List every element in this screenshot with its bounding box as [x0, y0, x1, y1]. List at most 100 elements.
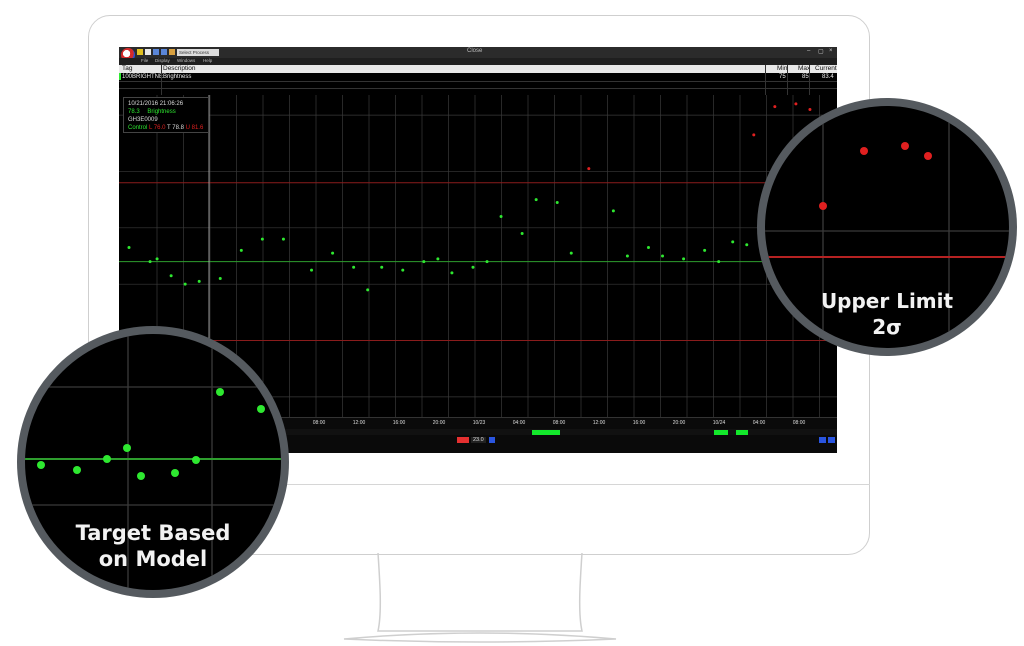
data-point [260, 237, 264, 241]
data-point [436, 257, 440, 261]
time-tick-label: 08:00 [312, 420, 326, 426]
row-min: 75 [779, 74, 786, 80]
col-divider [765, 65, 766, 95]
row-divider [119, 81, 837, 82]
row-tag: 100BRIGHTNE [122, 74, 164, 80]
data-point [703, 248, 707, 252]
data-point [611, 209, 615, 213]
info-limit-low: L 76.0 [149, 125, 166, 131]
col-current[interactable]: Current [815, 65, 837, 73]
data-point [281, 237, 285, 241]
row-max: 85 [802, 74, 809, 80]
zoom-data-point [257, 405, 265, 413]
data-point [169, 274, 173, 278]
menu-help[interactable]: Help [203, 58, 212, 63]
col-divider [787, 65, 788, 95]
time-tick-label: 08:00 [552, 420, 566, 426]
data-point [331, 251, 335, 255]
data-point [682, 257, 686, 261]
info-limit-high: U 81.6 [185, 125, 204, 131]
time-tick-label: 12:00 [352, 420, 366, 426]
data-point [752, 133, 756, 137]
zoom-dropdown-icon[interactable] [489, 437, 495, 443]
time-tick-label: 08:00 [792, 420, 806, 426]
menu-display[interactable]: Display [155, 58, 170, 63]
target-callout: Target Based on Model [17, 326, 289, 598]
time-tick-label: 10/23 [472, 420, 486, 426]
data-point [239, 248, 243, 252]
settings-icon[interactable] [169, 49, 175, 55]
time-tick-label: 20:00 [672, 420, 686, 426]
row-current: 83.4 [822, 74, 834, 80]
row-description: Brightness [163, 74, 192, 80]
data-point [745, 243, 749, 247]
maximize-button[interactable]: ▢ [818, 48, 824, 55]
time-tick-label: 20:00 [432, 420, 446, 426]
zoom-data-point [137, 472, 145, 480]
zoom-data-point [123, 444, 131, 452]
data-point [625, 254, 629, 258]
data-point [485, 260, 489, 264]
data-point [380, 265, 384, 269]
info-series: Brightness [147, 109, 176, 115]
nav-right-icon[interactable] [828, 437, 835, 443]
col-description[interactable]: Description [163, 65, 196, 73]
monitor-stand [343, 553, 617, 643]
info-datetime: 10/21/2016 21:06:26 [128, 101, 184, 107]
time-tick-label: 16:00 [392, 420, 406, 426]
data-point [183, 282, 187, 286]
data-point [569, 251, 573, 255]
col-min[interactable]: Min [777, 65, 787, 73]
info-box: 10/21/2016 21:06:26 78.3 Brightness GH3E… [123, 97, 209, 133]
print-icon[interactable] [161, 49, 167, 55]
time-tick-label: 04:00 [752, 420, 766, 426]
zoom-data-point [819, 202, 827, 210]
data-point [218, 277, 222, 281]
data-point [310, 268, 314, 272]
data-point [422, 260, 426, 264]
upper-limit-label: Upper Limit [820, 289, 954, 313]
info-target: T 78.8 [167, 125, 184, 131]
data-point [127, 246, 131, 250]
data-point [646, 246, 650, 250]
data-point [401, 268, 405, 272]
data-point [661, 254, 665, 258]
time-tick-label: 04:00 [512, 420, 526, 426]
zoom-icon[interactable] [457, 437, 469, 443]
data-point [471, 265, 475, 269]
menu-windows[interactable]: Windows [177, 58, 195, 63]
data-point [587, 167, 591, 171]
zoom-data-point [192, 456, 200, 464]
info-id: GH3E0009 [128, 117, 158, 123]
data-point [197, 279, 201, 283]
minimize-button[interactable]: – [807, 48, 810, 54]
data-point [520, 231, 524, 235]
row-color-marker [119, 73, 121, 80]
data-point [366, 288, 370, 292]
zoom-data-point [103, 455, 111, 463]
window-title: Close [467, 48, 483, 54]
menu-bar: File Display Windows Help [119, 58, 837, 65]
col-tag[interactable]: Tag [122, 65, 132, 73]
upper-limit-sigma: 2σ [872, 315, 902, 339]
zoom-data-point [73, 466, 81, 474]
save-icon[interactable] [153, 49, 159, 55]
time-tick-label: 16:00 [632, 420, 646, 426]
zoom-data-point [37, 461, 45, 469]
col-divider [161, 65, 162, 95]
menu-file[interactable]: File [141, 58, 148, 63]
zoom-value[interactable]: 23.0 [471, 437, 486, 443]
data-point [155, 257, 159, 261]
close-button[interactable]: × [829, 48, 833, 54]
zoom-data-point [901, 142, 909, 150]
data-point [499, 215, 503, 219]
process-select[interactable]: Select Process [177, 49, 219, 56]
time-tick-label: 10/24 [712, 420, 726, 426]
folder-icon[interactable] [137, 49, 143, 55]
title-bar: Select Process Close – ▢ × [119, 47, 837, 62]
data-point [794, 102, 798, 106]
nav-left-icon[interactable] [819, 437, 826, 443]
zoom-data-point [171, 469, 179, 477]
new-icon[interactable] [145, 49, 151, 55]
col-divider [809, 65, 810, 95]
